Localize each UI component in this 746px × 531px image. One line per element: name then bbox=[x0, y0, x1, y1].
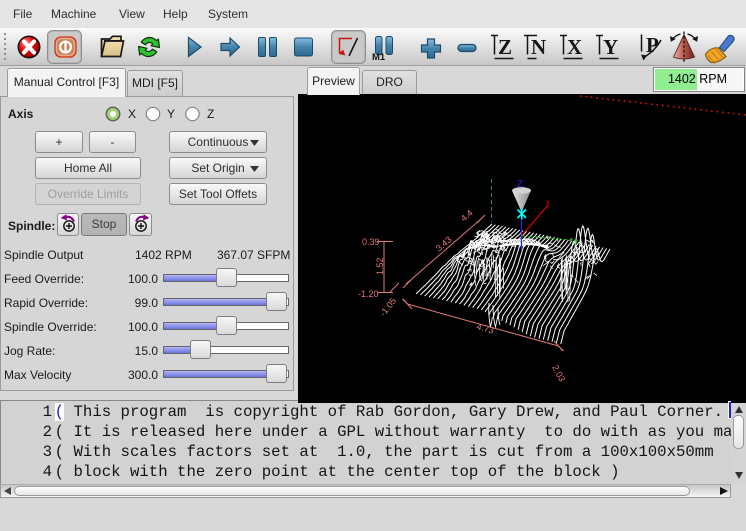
svg-text:1.52: 1.52 bbox=[375, 257, 385, 275]
svg-text:Z: Z bbox=[498, 35, 512, 59]
svg-text:M1: M1 bbox=[372, 52, 386, 63]
svg-text:Y: Y bbox=[603, 35, 618, 59]
svg-text:-1.20: -1.20 bbox=[358, 289, 379, 299]
svg-text:x: x bbox=[546, 198, 550, 207]
svg-text:X: X bbox=[567, 35, 582, 59]
svg-text:4.4: 4.4 bbox=[459, 208, 475, 224]
svg-text:Z: Z bbox=[517, 179, 523, 190]
svg-text:0.39: 0.39 bbox=[362, 237, 380, 247]
svg-text:2.03: 2.03 bbox=[550, 363, 567, 383]
svg-text:4.73: 4.73 bbox=[475, 321, 495, 335]
svg-text:N: N bbox=[531, 35, 546, 59]
svg-text:-1.05: -1.05 bbox=[378, 296, 399, 318]
svg-text:3.43: 3.43 bbox=[434, 234, 454, 253]
svg-text:y: y bbox=[574, 237, 578, 246]
